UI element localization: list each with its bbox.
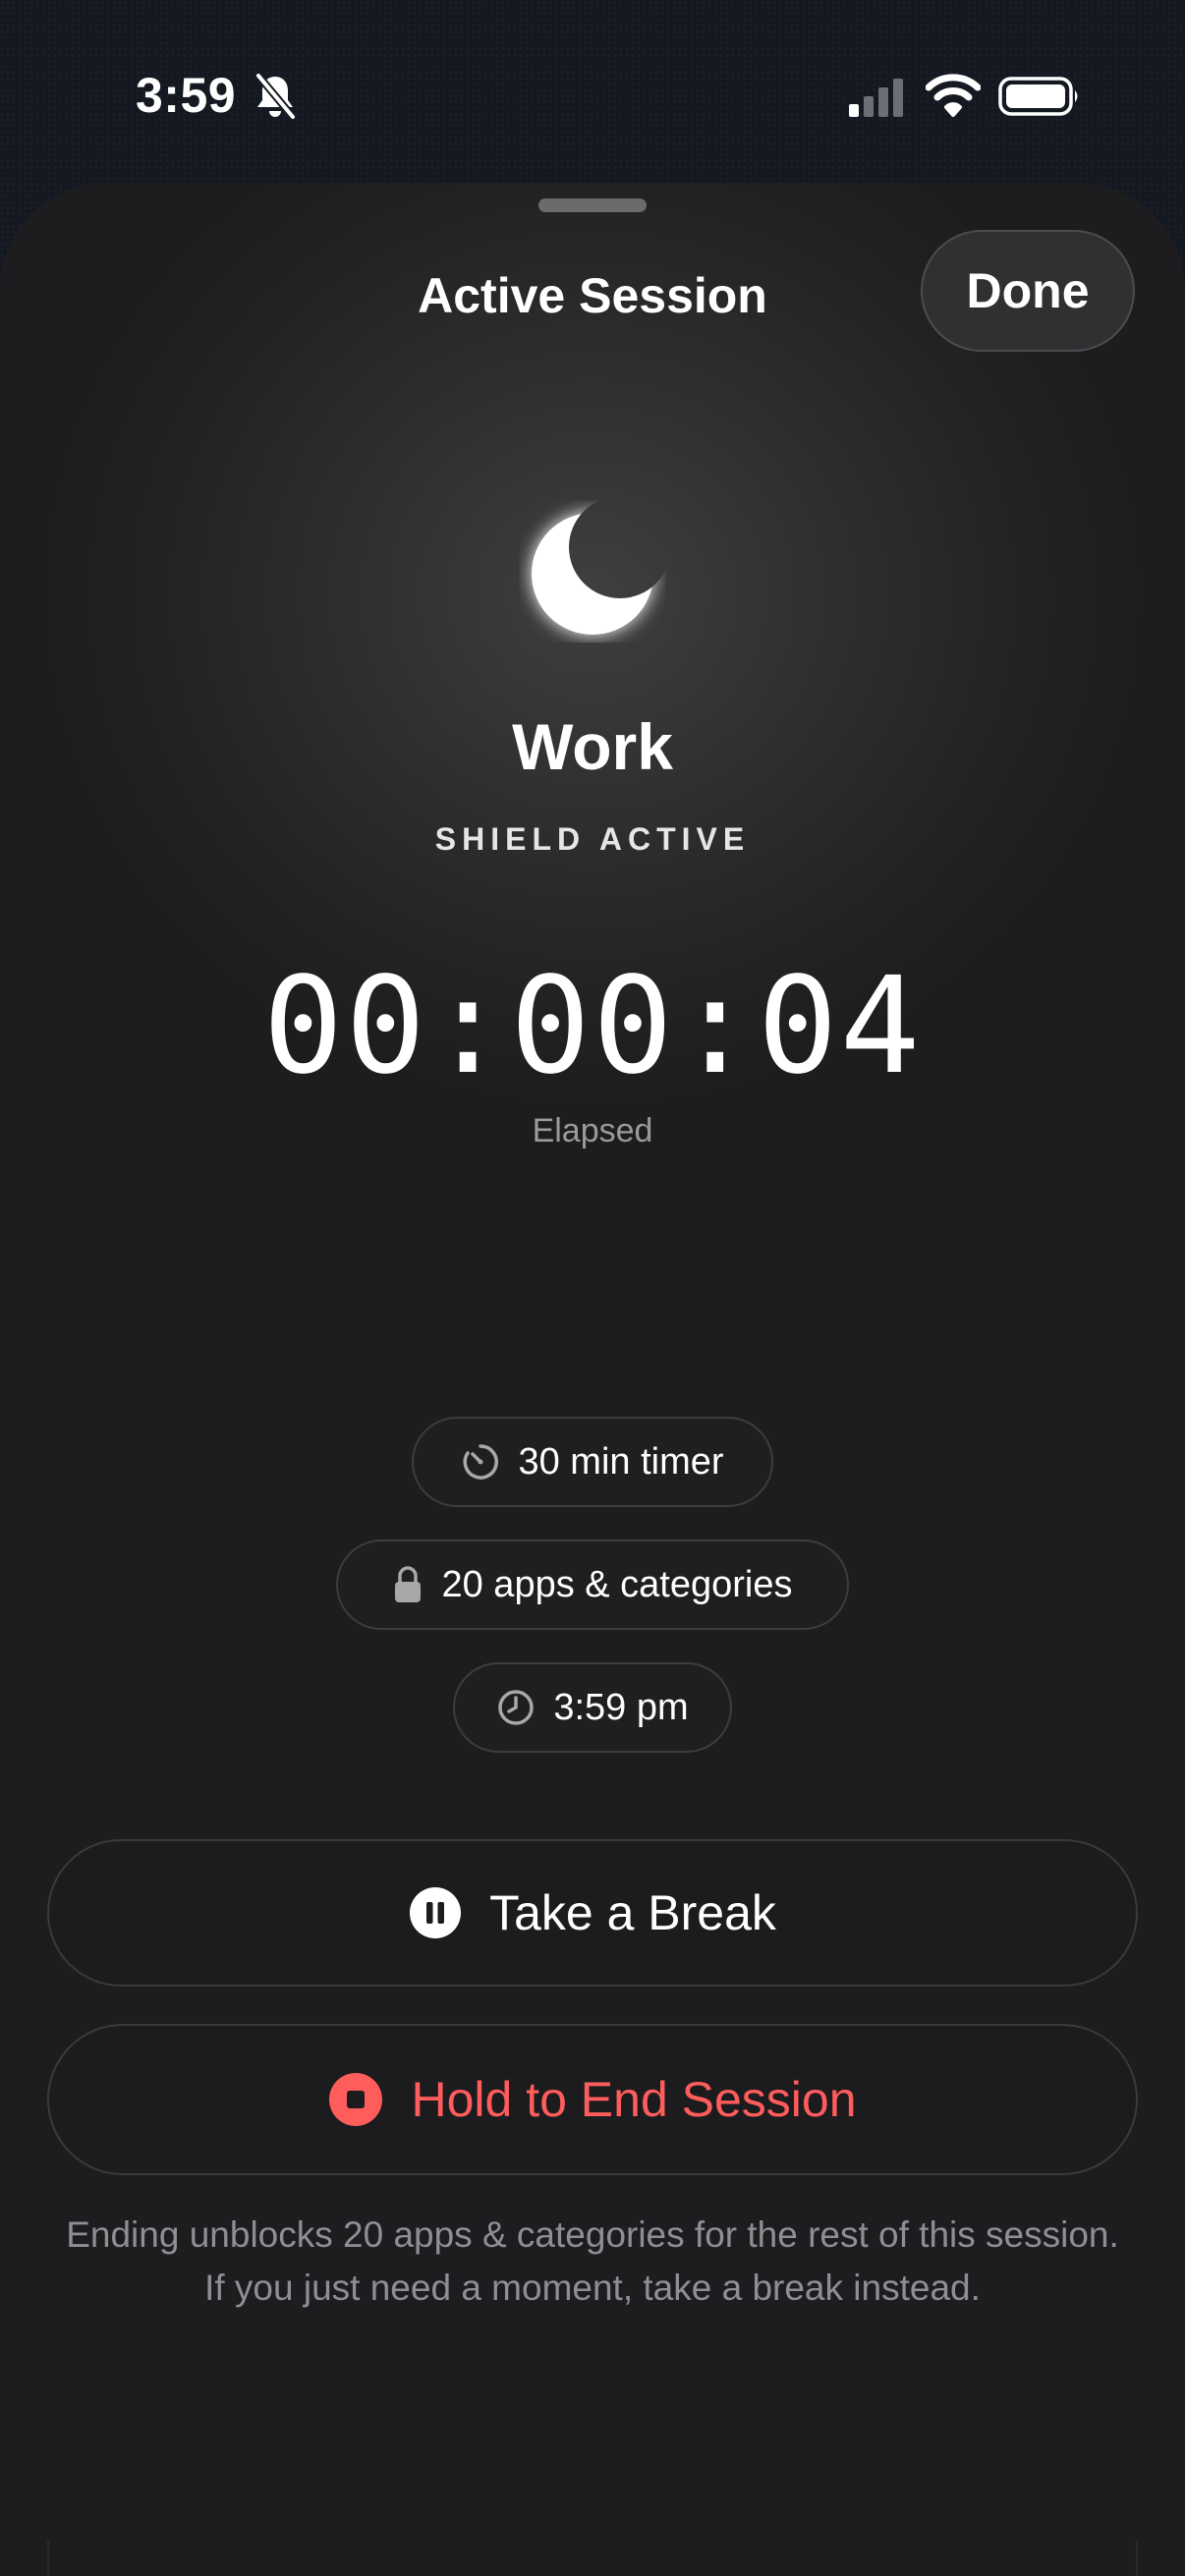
lock-icon: [395, 1566, 422, 1602]
end-session-button[interactable]: Hold to End Session: [47, 2024, 1138, 2175]
apps-pill: 20 apps & categories: [336, 1540, 849, 1630]
start-time-pill: 3:59 pm: [453, 1662, 732, 1753]
session-sheet: Active Session Done Work SHIELD ACTIVE 0…: [0, 183, 1185, 2576]
signal-icon: [849, 79, 903, 117]
end-session-footnote: Ending unblocks 20 apps & categories for…: [66, 2214, 1119, 2308]
wifi-icon: [926, 74, 981, 117]
timer-pill: 30 min timer: [412, 1417, 773, 1507]
moon-icon: [532, 513, 653, 635]
elapsed-timer: 00:00:04: [262, 949, 923, 1104]
start-time-label: 3:59 pm: [553, 1686, 689, 1728]
status-bar: 3:59: [0, 0, 1185, 187]
shield-status: SHIELD ACTIVE: [434, 821, 751, 857]
apps-label: 20 apps & categories: [441, 1563, 793, 1605]
pause-icon: [410, 1887, 462, 1938]
status-time: 3:59: [136, 68, 237, 123]
battery-icon: [998, 77, 1078, 116]
take-break-label: Take a Break: [489, 1885, 776, 1940]
timer-icon: [463, 1444, 499, 1480]
end-session-label: Hold to End Session: [411, 2072, 857, 2127]
session-name: Work: [512, 710, 673, 783]
done-button[interactable]: Done: [921, 230, 1135, 352]
sheet-edge: [47, 2541, 1138, 2576]
elapsed-label: Elapsed: [532, 1112, 653, 1149]
sheet-grabber[interactable]: [538, 198, 647, 212]
take-break-button[interactable]: Take a Break: [47, 1839, 1138, 1987]
bell-off-icon: [254, 73, 297, 120]
clock-icon: [498, 1690, 535, 1725]
timer-label: 30 min timer: [518, 1440, 724, 1483]
stop-icon: [329, 2073, 383, 2126]
screen: 3:59 Active Session Done Work SHIELD ACT…: [0, 0, 1185, 2576]
